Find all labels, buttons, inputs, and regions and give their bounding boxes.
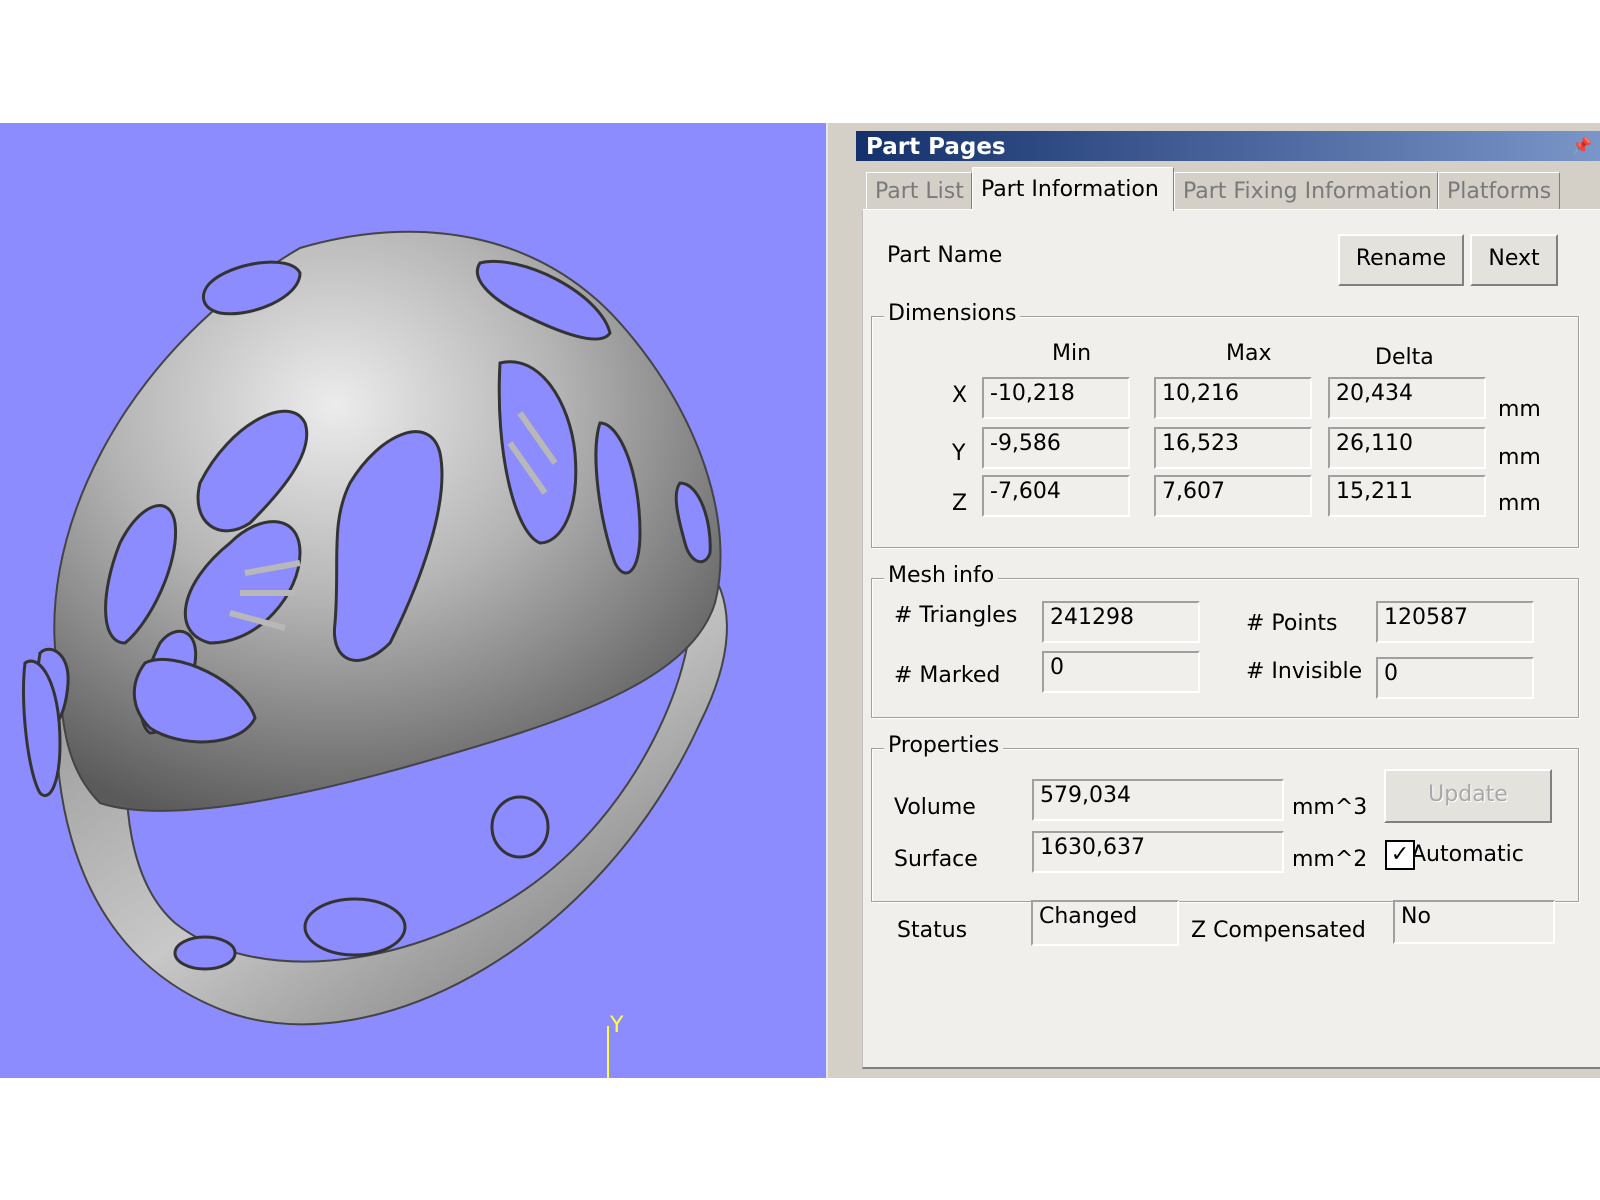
z-compensated-field[interactable]: No: [1393, 900, 1555, 944]
dimensions-group: Dimensions Min Max Delta X -10,218 10,21…: [871, 301, 1579, 548]
automatic-checkbox[interactable]: ✓: [1385, 840, 1415, 870]
part-pages-panel: Part Pages 📌 Part List Part Information …: [854, 123, 1600, 1078]
surface-label: Surface: [894, 847, 978, 872]
pin-icon[interactable]: 📌: [1572, 136, 1592, 155]
invisible-label: # Invisible: [1246, 659, 1363, 684]
x-min-field[interactable]: -10,218: [982, 377, 1130, 419]
mesh-info-group: Mesh info # Triangles 241298 # Points 12…: [871, 563, 1579, 718]
x-unit-label: mm: [1498, 397, 1541, 422]
y-min-field[interactable]: -9,586: [982, 427, 1130, 469]
z-max-field[interactable]: 7,607: [1154, 475, 1312, 517]
status-label: Status: [897, 918, 968, 943]
checkmark-icon: ✓: [1390, 842, 1410, 867]
tab-part-information[interactable]: Part Information: [972, 167, 1174, 211]
panel-title: Part Pages: [866, 134, 1006, 160]
tab-part-list[interactable]: Part List: [866, 172, 972, 210]
panel-splitter[interactable]: [826, 123, 854, 1078]
min-header: Min: [1052, 341, 1092, 366]
automatic-label: Automatic: [1411, 842, 1524, 867]
z-axis-label: Z: [952, 491, 968, 516]
volume-label: Volume: [894, 795, 976, 820]
x-max-field[interactable]: 10,216: [1154, 377, 1312, 419]
y-axis-label: Y: [952, 441, 966, 466]
marked-field[interactable]: 0: [1042, 651, 1200, 693]
y-unit-label: mm: [1498, 445, 1541, 470]
triangles-label: # Triangles: [894, 603, 1018, 628]
volume-unit-label: mm^3: [1292, 795, 1368, 820]
part-name-label: Part Name: [887, 243, 1003, 268]
properties-group: Properties Volume 579,034 mm^3 Update Su…: [871, 733, 1579, 902]
next-button[interactable]: Next: [1470, 234, 1558, 286]
tab-part-fixing-information[interactable]: Part Fixing Information: [1174, 172, 1438, 210]
status-field[interactable]: Changed: [1031, 900, 1179, 946]
delta-header: Delta: [1375, 345, 1434, 370]
points-label: # Points: [1246, 611, 1338, 636]
z-compensated-label: Z Compensated: [1191, 918, 1366, 943]
axis-indicator: [607, 1026, 609, 1078]
y-delta-field[interactable]: 26,110: [1328, 427, 1486, 469]
panel-titlebar: Part Pages 📌: [856, 131, 1600, 161]
z-delta-field[interactable]: 15,211: [1328, 475, 1486, 517]
x-delta-field[interactable]: 20,434: [1328, 377, 1486, 419]
update-button[interactable]: Update: [1384, 769, 1552, 823]
dimensions-legend: Dimensions: [884, 301, 1021, 326]
surface-unit-label: mm^2: [1292, 847, 1368, 872]
y-max-field[interactable]: 16,523: [1154, 427, 1312, 469]
max-header: Max: [1226, 341, 1272, 366]
tab-platforms[interactable]: Platforms: [1438, 172, 1560, 210]
marked-label: # Marked: [894, 663, 1001, 688]
surface-field[interactable]: 1630,637: [1032, 831, 1284, 873]
x-axis-label: X: [952, 383, 968, 408]
properties-legend: Properties: [884, 733, 1004, 758]
mesh-info-legend: Mesh info: [884, 563, 999, 588]
axis-label: Y: [610, 1013, 624, 1038]
rename-button[interactable]: Rename: [1338, 234, 1464, 286]
3d-viewport[interactable]: Y: [0, 123, 826, 1078]
triangles-field[interactable]: 241298: [1042, 601, 1200, 643]
z-unit-label: mm: [1498, 491, 1541, 516]
invisible-field[interactable]: 0: [1376, 657, 1534, 699]
z-min-field[interactable]: -7,604: [982, 475, 1130, 517]
part-information-page: Part Name Rename Next Dimensions Min Max…: [862, 209, 1600, 1069]
points-field[interactable]: 120587: [1376, 601, 1534, 643]
volume-field[interactable]: 579,034: [1032, 779, 1284, 821]
ring-model: [22, 230, 728, 1026]
